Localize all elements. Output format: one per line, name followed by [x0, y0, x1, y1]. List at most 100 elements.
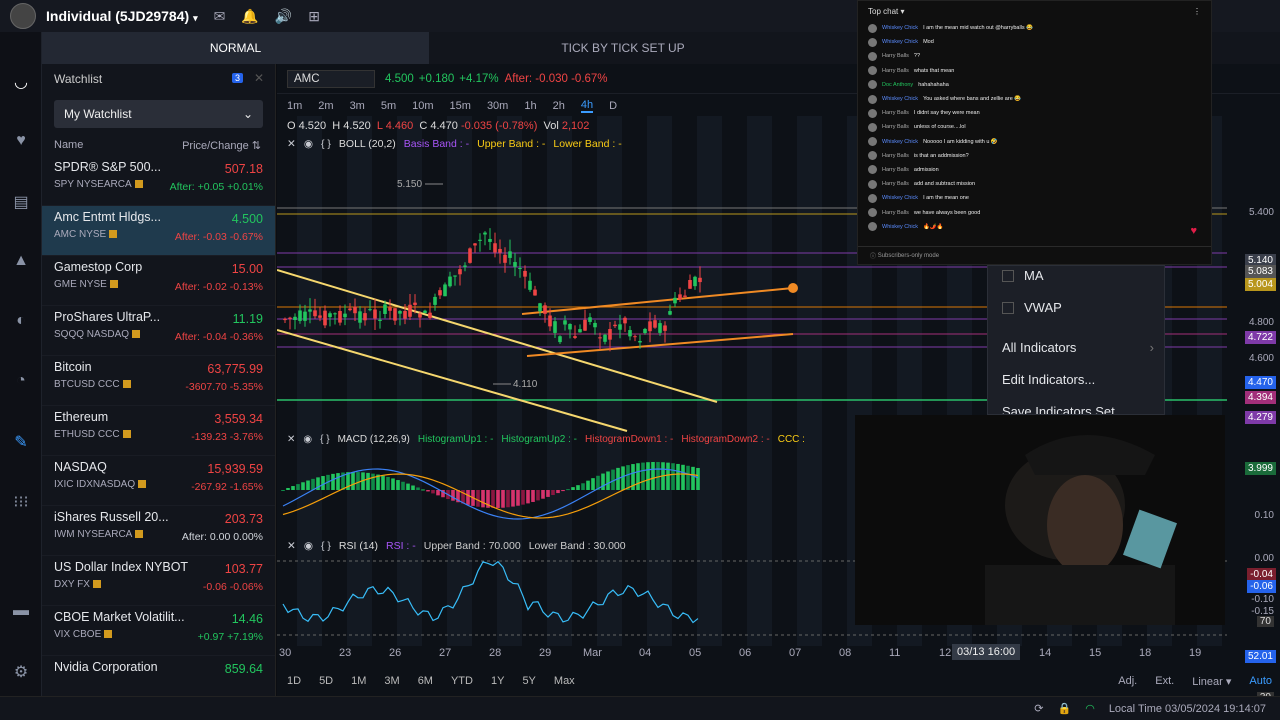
chat-user[interactable]: Whiskey Chick	[882, 39, 918, 45]
range-1m[interactable]: 1M	[351, 675, 366, 687]
menu-item-all-indicators[interactable]: All Indicators ›	[1002, 340, 1154, 355]
chat-user[interactable]: Whiskey Chick	[882, 25, 918, 31]
menu-item-edit-indicators[interactable]: Edit Indicators...	[1002, 372, 1095, 387]
chat-user[interactable]: Whiskey Chick	[882, 139, 918, 145]
watchlist-row[interactable]: CBOE Market Volatilit... 14.46 VIX CBOE …	[42, 606, 275, 656]
chat-user[interactable]: Harry Balls	[882, 53, 909, 59]
range-1y[interactable]: 1Y	[491, 675, 504, 687]
chat-user[interactable]: Harry Balls	[882, 110, 909, 116]
heart-icon[interactable]: ♥	[10, 132, 32, 150]
speaker-icon[interactable]: 🔊	[275, 8, 292, 25]
timeframe-10m[interactable]: 10m	[412, 100, 433, 112]
close-icon[interactable]: ✕	[287, 540, 296, 552]
rsi-name[interactable]: RSI (14)	[339, 540, 378, 552]
chat-user[interactable]: Doc Anthony	[882, 82, 913, 88]
planet-icon[interactable]: ◐	[10, 312, 32, 330]
document-icon[interactable]: ▤	[10, 192, 32, 212]
account-selector[interactable]: Individual (5JD29784) ▾	[46, 8, 198, 24]
chat-user[interactable]: Harry Balls	[882, 167, 909, 173]
chat-user[interactable]: Whiskey Chick	[882, 195, 918, 201]
chat-user[interactable]: Whiskey Chick	[882, 224, 918, 230]
scale-option[interactable]: Linear ▾	[1192, 675, 1231, 688]
timeframe-2h[interactable]: 2h	[553, 100, 565, 112]
close-icon[interactable]: ✕	[254, 71, 264, 85]
timeframe-3m[interactable]: 3m	[350, 100, 365, 112]
chat-user[interactable]: Harry Balls	[882, 210, 909, 216]
code-icon[interactable]: { }	[321, 540, 331, 552]
refresh-icon[interactable]: ⟳	[1034, 702, 1043, 715]
chat-user[interactable]: Whiskey Chick	[882, 96, 918, 102]
timeframe-1m[interactable]: 1m	[287, 100, 302, 112]
watchlist-badge[interactable]: 3	[232, 73, 244, 83]
scale-option[interactable]: Ext.	[1155, 675, 1174, 687]
code-icon[interactable]: { }	[320, 434, 329, 445]
lock-icon[interactable]: 🔒	[1058, 702, 1072, 715]
tab-tick-by-tick[interactable]: TICK BY TICK SET UP	[429, 32, 817, 64]
time-axis[interactable]: 30 23 26 27 28 29 Mar 04 05 06 07 08 11 12 14 15 18 19 03/…	[277, 644, 1227, 662]
timeframe-1h[interactable]: 1h	[524, 100, 536, 112]
watchlist-row[interactable]: ProShares UltraP... 11.19 SQQQ NASDAQ Af…	[42, 306, 275, 356]
close-icon[interactable]: ✕	[287, 434, 295, 445]
watchlist-row[interactable]: iShares Russell 20... 203.73 IWM NYSEARC…	[42, 506, 275, 556]
price-scale[interactable]: 5.400 5.140 5.083 5.004 4.800 4.722 4.600 4.470…	[1227, 128, 1280, 703]
chat-user[interactable]: Harry Balls	[882, 124, 909, 130]
watchlist-row[interactable]: Amc Entmt Hldgs... 4.500 AMC NYSE After:…	[42, 206, 275, 256]
range-5d[interactable]: 5D	[319, 675, 333, 687]
scale-option[interactable]: Adj.	[1118, 675, 1137, 687]
settings-icon[interactable]: ⚙	[10, 662, 32, 682]
watchlist-row[interactable]: Gamestop Corp 15.00 GME NYSE After: -0.0…	[42, 256, 275, 306]
chart-icon[interactable]: ▲	[10, 252, 32, 270]
more-icon[interactable]: ⋮	[1193, 7, 1201, 16]
sort-icon[interactable]: ⇅	[252, 140, 261, 152]
code-icon[interactable]: { }	[321, 138, 331, 150]
chat-user[interactable]: Harry Balls	[882, 153, 909, 159]
symbol-input[interactable]: AMC	[287, 69, 375, 88]
eye-icon[interactable]: ◉	[304, 138, 313, 150]
watchlist-row[interactable]: NASDAQ 15,939.59 IXIC IDXNASDAQ -267.92 …	[42, 456, 275, 506]
scale-option[interactable]: Auto	[1249, 675, 1272, 687]
timeframe-30m[interactable]: 30m	[487, 100, 508, 112]
timeframe-2m[interactable]: 2m	[318, 100, 333, 112]
tab-normal[interactable]: NORMAL	[42, 32, 429, 64]
range-ytd[interactable]: YTD	[451, 675, 473, 687]
menu-item-vwap[interactable]: VWAP	[1002, 300, 1062, 315]
column-price-change[interactable]: Price/Change	[182, 140, 249, 152]
range-1d[interactable]: 1D	[287, 675, 301, 687]
mail-icon[interactable]: ✉	[214, 8, 226, 25]
logo-icon[interactable]: ◡	[10, 72, 32, 92]
gauge-icon[interactable]: ◔	[10, 372, 32, 390]
range-max[interactable]: Max	[554, 675, 575, 687]
range-6m[interactable]: 6M	[418, 675, 433, 687]
macd-name[interactable]: MACD (12,26,9)	[338, 434, 410, 445]
chat-user[interactable]: Harry Balls	[882, 68, 909, 74]
plus-square-icon[interactable]: ⊞	[308, 8, 320, 25]
range-3m[interactable]: 3M	[384, 675, 399, 687]
range-5y[interactable]: 5Y	[522, 675, 535, 687]
watchlist-row[interactable]: SPDR® S&P 500... 507.18 SPY NYSEARCA Aft…	[42, 156, 275, 206]
timeframe-15m[interactable]: 15m	[450, 100, 471, 112]
heart-icon[interactable]: ♥	[1190, 225, 1197, 237]
apps-grid-icon[interactable]: ⁝⁝⁝	[10, 492, 32, 512]
boll-name[interactable]: BOLL (20,2)	[339, 138, 396, 150]
watchlist-row[interactable]: Bitcoin 63,775.99 BTCUSD CCC -3607.70 -5…	[42, 356, 275, 406]
message-icon[interactable]: ▬	[10, 602, 32, 620]
chat-title[interactable]: Top chat ▾	[868, 7, 904, 16]
checkbox[interactable]	[1002, 270, 1014, 282]
eye-icon[interactable]: ◉	[303, 434, 312, 445]
timeframe-4h[interactable]: 4h	[580, 99, 594, 113]
menu-item-save-indicators[interactable]: Save Indicators Set	[1002, 404, 1115, 414]
watchlist-row[interactable]: Ethereum 3,559.34 ETHUSD CCC -139.23 -3.…	[42, 406, 275, 456]
checkbox[interactable]	[1002, 302, 1014, 314]
chart-draw-icon[interactable]: ✎	[10, 432, 32, 452]
chat-user[interactable]: Harry Balls	[882, 181, 909, 187]
watchlist-dropdown[interactable]: My Watchlist ⌄	[54, 100, 263, 128]
account-avatar[interactable]	[10, 3, 36, 29]
eye-icon[interactable]: ◉	[304, 540, 313, 552]
menu-item-ma[interactable]: MA	[1002, 268, 1044, 283]
column-name[interactable]: Name	[54, 139, 83, 151]
bell-icon[interactable]: 🔔	[241, 8, 258, 25]
timeframe-D[interactable]: D	[609, 100, 617, 112]
watchlist-row[interactable]: US Dollar Index NYBOT 103.77 DXY FX -0.0…	[42, 556, 275, 606]
timeframe-5m[interactable]: 5m	[381, 100, 396, 112]
close-icon[interactable]: ✕	[287, 138, 296, 150]
